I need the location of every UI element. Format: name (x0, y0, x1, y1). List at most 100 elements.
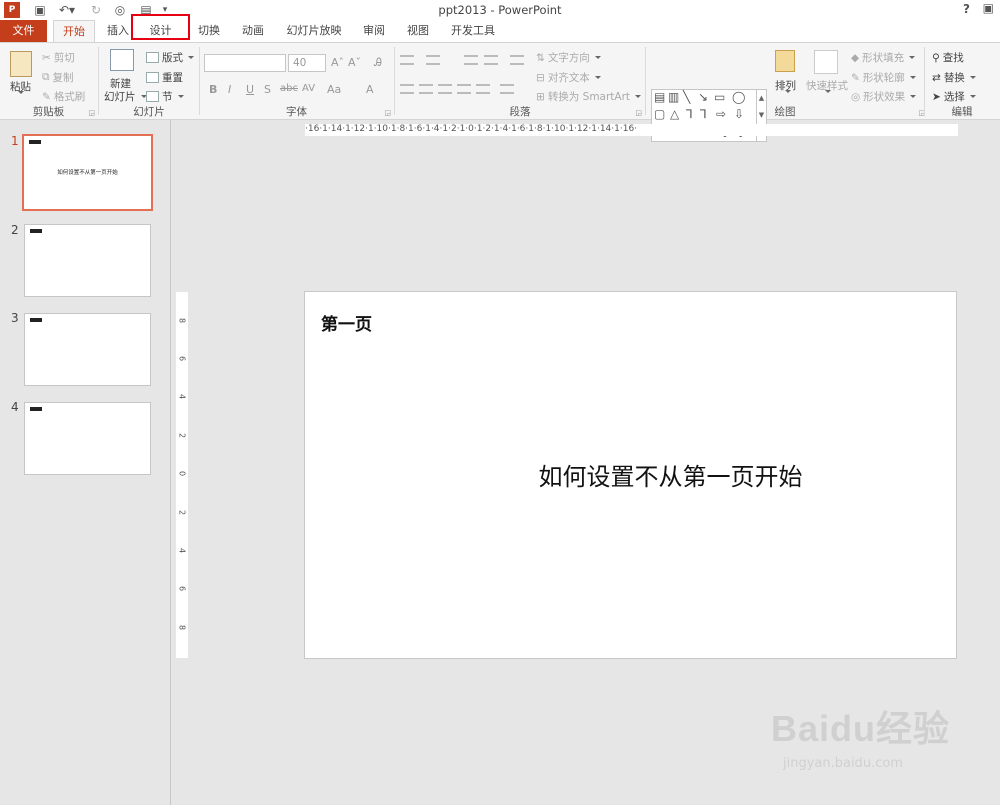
vertical-ruler[interactable]: 8 6 4 2 0 2 4 6 8 (176, 292, 188, 658)
vruler-tick: 6 (177, 585, 187, 592)
elbow-arrow-shape-icon[interactable]: ⅂ (700, 107, 707, 121)
slide-thumbnail-4[interactable] (24, 402, 151, 475)
layout-icon (146, 52, 159, 63)
thumb-number: 1 (11, 134, 19, 148)
shape-effects-button[interactable]: ◎ 形状效果 (851, 89, 917, 104)
select-button[interactable]: ➤ 选择 (932, 89, 976, 104)
tab-transitions[interactable]: 切换 (192, 20, 226, 42)
tab-review[interactable]: 审阅 (357, 20, 391, 42)
vruler-tick: 8 (177, 624, 187, 631)
rounded-rect-shape-icon[interactable]: ▢ (654, 107, 665, 121)
change-case-button[interactable]: Aa (327, 83, 341, 96)
shadow-button[interactable]: S (264, 83, 271, 96)
font-launcher-icon[interactable]: ◲ (384, 109, 391, 117)
layout-button[interactable]: 版式 (146, 50, 194, 65)
clipboard-launcher-icon[interactable]: ◲ (88, 109, 95, 117)
convert-smartart-button[interactable]: ⊞ 转换为 SmartArt (536, 89, 642, 104)
tab-developer[interactable]: 开发工具 (447, 20, 499, 42)
rectangle-shape-icon[interactable]: ▭ (714, 90, 725, 104)
shape-fill-button[interactable]: ◆ 形状填充 (851, 50, 916, 65)
tab-view[interactable]: 视图 (401, 20, 435, 42)
numbering-icon[interactable] (426, 55, 440, 65)
section-button[interactable]: 节 (146, 89, 184, 104)
horizontal-ruler[interactable]: ·16·1·14·1·12·1·10·1·8·1·6·1·4·1·2·1·0·1… (305, 124, 958, 136)
align-text-label: 对齐文本 (547, 72, 590, 84)
slide-thumbnail-1[interactable]: 如何设置不从第一页开始 (22, 134, 153, 211)
watermark-url: jingyan.baidu.com (782, 756, 903, 771)
align-center-icon[interactable] (419, 84, 433, 94)
ribbon-display-options-icon[interactable]: ▣ (983, 1, 994, 15)
tab-slideshow[interactable]: 幻灯片放映 (282, 20, 346, 42)
arrange-dropdown-icon[interactable] (783, 90, 791, 93)
new-slide-icon[interactable] (110, 49, 134, 71)
font-name-combo[interactable] (204, 54, 286, 72)
shape-outline-button[interactable]: ✎ 形状轮廓 (851, 70, 916, 85)
down-arrow-shape-icon[interactable]: ⇩ (734, 107, 744, 121)
shrink-font-icon[interactable]: Aˇ (348, 56, 361, 69)
baidu-jingyan-watermark: Baidu经验 jingyan.baidu.com (771, 700, 950, 771)
vertical-textbox-shape-icon[interactable]: ▥ (668, 90, 679, 104)
triangle-shape-icon[interactable]: △ (670, 107, 679, 121)
paragraph-launcher-icon[interactable]: ◲ (635, 109, 642, 117)
slide-thumbnail-pane: 1 如何设置不从第一页开始 2 3 4 (0, 120, 171, 805)
slide-canvas[interactable]: 第一页 如何设置不从第一页开始 (304, 291, 957, 659)
cut-label: 剪切 (53, 52, 75, 64)
align-right-icon[interactable] (438, 84, 452, 94)
oval-shape-icon[interactable]: ◯ (732, 90, 745, 104)
tab-home[interactable]: 开始 (53, 20, 95, 43)
char-spacing-button[interactable]: AV (302, 83, 315, 94)
slide-thumbnail-2[interactable] (24, 224, 151, 297)
align-text-button[interactable]: ⊟ 对齐文本 (536, 70, 601, 85)
increase-indent-icon[interactable] (484, 55, 498, 65)
tab-file[interactable]: 文件 (0, 20, 47, 42)
find-button[interactable]: ⚲ 查找 (932, 50, 964, 65)
arrange-icon[interactable] (775, 50, 795, 72)
cut-button[interactable]: ✂ 剪切 (42, 50, 75, 65)
bullets-icon[interactable] (400, 55, 414, 65)
columns-icon[interactable] (500, 84, 514, 94)
tab-insert[interactable]: 插入 (101, 20, 135, 42)
help-button[interactable]: ? (963, 2, 970, 16)
arrow-line-shape-icon[interactable]: ↘ (698, 90, 708, 104)
clear-formatting-icon[interactable]: Ꭿ (374, 56, 382, 70)
tab-design[interactable]: 设计 (131, 14, 190, 40)
underline-button[interactable]: U (246, 83, 254, 96)
reset-label: 重置 (162, 72, 183, 84)
decrease-indent-icon[interactable] (464, 55, 478, 65)
new-slide-dropdown[interactable]: 幻灯片 (104, 89, 147, 104)
copy-button[interactable]: ⧉ 复制 (42, 70, 74, 85)
grow-font-icon[interactable]: Aˆ (331, 56, 344, 69)
slides-group-label: 幻灯片 (133, 106, 165, 118)
quick-styles-dropdown-icon[interactable] (823, 90, 831, 93)
slide-title[interactable]: 第一页 (321, 310, 372, 335)
shape-effects-label: 形状效果 (863, 91, 906, 103)
line-spacing-icon[interactable] (510, 55, 524, 65)
divider (645, 47, 646, 115)
reset-button[interactable]: 重置 (146, 70, 183, 85)
right-arrow-shape-icon[interactable]: ⇨ (716, 107, 726, 121)
vruler-tick: 2 (177, 509, 187, 516)
replace-button[interactable]: ⇄ 替换 (932, 70, 976, 85)
paste-dropdown-icon[interactable] (16, 91, 24, 94)
text-direction-button[interactable]: ⇅ 文字方向 (536, 50, 601, 65)
vruler-tick: 2 (177, 432, 187, 439)
elbow-connector-shape-icon[interactable]: ⅂ (686, 107, 693, 121)
quick-styles-icon[interactable] (814, 50, 838, 74)
shape-fill-label: 形状填充 (862, 52, 905, 64)
align-left-icon[interactable] (400, 84, 414, 94)
paste-icon[interactable] (10, 51, 32, 77)
tab-animations[interactable]: 动画 (236, 20, 270, 42)
slide-subtitle[interactable]: 如何设置不从第一页开始 (305, 457, 956, 492)
slide-thumbnail-3[interactable] (24, 313, 151, 386)
justify-icon[interactable] (457, 84, 471, 94)
font-color-button[interactable]: A (366, 83, 374, 96)
textbox-shape-icon[interactable]: ▤ (654, 90, 665, 104)
line-shape-icon[interactable]: ╲ (683, 90, 690, 104)
slides-group: 新建 幻灯片 版式 重置 节 幻灯片 (100, 45, 198, 119)
italic-button[interactable]: I (228, 83, 231, 96)
strikethrough-button[interactable]: abc (280, 83, 298, 94)
format-painter-button[interactable]: ✎ 格式刷 (42, 89, 85, 104)
bold-button[interactable]: B (209, 83, 217, 96)
distributed-icon[interactable] (476, 84, 490, 94)
font-size-combo[interactable]: 40 (288, 54, 326, 72)
